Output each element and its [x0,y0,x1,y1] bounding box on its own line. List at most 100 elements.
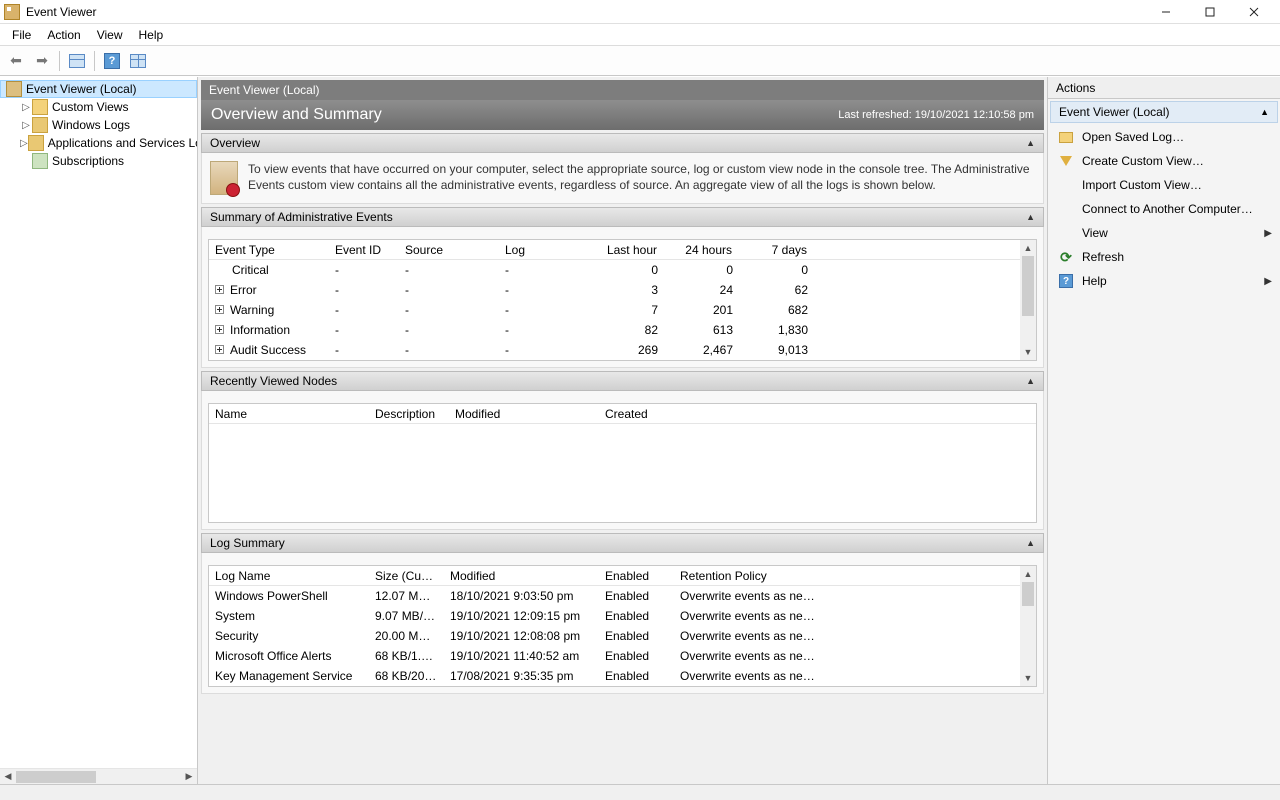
cell: 0 [664,263,739,277]
col-name[interactable]: Name [209,407,369,421]
scroll-thumb[interactable] [16,771,96,783]
logsum-section-header[interactable]: Log Summary ▲ [201,533,1044,553]
col-7-days[interactable]: 7 days [739,243,814,257]
cell: 201 [664,303,739,317]
col-created[interactable]: Created [599,407,749,421]
expand-icon[interactable] [215,325,224,334]
vertical-scrollbar[interactable]: ▲ ▼ [1020,240,1036,360]
recent-section-header[interactable]: Recently Viewed Nodes ▲ [201,371,1044,391]
menu-view[interactable]: View [89,26,131,44]
table-row[interactable]: Warning---7201682 [209,300,1036,320]
col-24-hours[interactable]: 24 hours [664,243,739,257]
toolbar-separator [94,51,95,71]
scroll-left-button[interactable]: ◀ [0,770,16,784]
cell: - [399,323,499,337]
cell: - [499,303,594,317]
col-modified[interactable]: Modified [449,407,599,421]
table-row[interactable]: Key Management Service68 KB/20 …17/08/20… [209,666,1036,686]
col-size[interactable]: Size (Curr… [369,569,444,583]
horizontal-scrollbar[interactable]: ◀ ▶ [0,768,197,784]
action-import-custom-view[interactable]: Import Custom View… [1048,173,1280,197]
cell: 24 [664,283,739,297]
cell: - [329,263,399,277]
action-label: Connect to Another Computer… [1082,202,1253,216]
col-event-type[interactable]: Event Type [209,243,329,257]
action-create-custom-view[interactable]: Create Custom View… [1048,149,1280,173]
col-modified[interactable]: Modified [444,569,599,583]
scroll-up-button[interactable]: ▲ [1020,566,1036,582]
cell: 7 [594,303,664,317]
table-row[interactable]: Microsoft Office Alerts68 KB/1.0…19/10/2… [209,646,1036,666]
cell: 18/10/2021 9:03:50 pm [444,589,599,603]
overview-section-header[interactable]: Overview ▲ [201,133,1044,153]
scroll-down-button[interactable]: ▼ [1020,670,1036,686]
vertical-scrollbar[interactable]: ▲ ▼ [1020,566,1036,686]
expand-icon[interactable]: ▷ [20,138,28,149]
collapse-icon: ▲ [1026,538,1035,548]
minimize-button[interactable] [1144,1,1188,23]
cell-event-type: Audit Success [230,343,306,357]
table-row[interactable]: Critical---000 [209,260,1036,280]
col-last-hour[interactable]: Last hour [594,243,664,257]
col-event-id[interactable]: Event ID [329,243,399,257]
actions-context[interactable]: Event Viewer (Local) ▲ [1050,101,1278,123]
menu-help[interactable]: Help [131,26,172,44]
logsum-section-title: Log Summary [210,536,285,550]
action-help[interactable]: ? Help ▶ [1048,269,1280,293]
tree-item-subscriptions[interactable]: Subscriptions [0,152,197,170]
cell: Windows PowerShell [209,589,369,603]
content-subheading-label: Overview and Summary [211,106,382,124]
maximize-button[interactable] [1188,1,1232,23]
help-button[interactable]: ? [100,49,124,73]
table-row[interactable]: Information---826131,830 [209,320,1036,340]
scroll-up-button[interactable]: ▲ [1020,240,1036,256]
cell: 20.00 MB/… [369,629,444,643]
table-row[interactable]: Security20.00 MB/…19/10/2021 12:08:08 pm… [209,626,1036,646]
menu-file[interactable]: File [4,26,39,44]
collapse-icon: ▲ [1260,107,1269,117]
tree-item-app-services-logs[interactable]: ▷ Applications and Services Lo [0,134,197,152]
action-open-saved-log[interactable]: Open Saved Log… [1048,125,1280,149]
recent-section-title: Recently Viewed Nodes [210,374,337,388]
action-label: Create Custom View… [1082,154,1204,168]
show-hide-action-button[interactable] [126,49,150,73]
col-source[interactable]: Source [399,243,499,257]
col-log-name[interactable]: Log Name [209,569,369,583]
table-row[interactable]: Audit Success---2692,4679,013 [209,340,1036,360]
table-row[interactable]: Windows PowerShell12.07 MB/…18/10/2021 9… [209,586,1036,606]
back-button[interactable]: ⬅ [4,49,28,73]
window-title: Event Viewer [26,5,96,19]
col-description[interactable]: Description [369,407,449,421]
tree-item-custom-views[interactable]: ▷ Custom Views [0,98,197,116]
scroll-track[interactable] [1020,256,1036,344]
scroll-down-button[interactable]: ▼ [1020,344,1036,360]
content-heading: Event Viewer (Local) [201,80,1044,100]
action-view[interactable]: View ▶ [1048,221,1280,245]
forward-button[interactable]: ➡ [30,49,54,73]
menu-action[interactable]: Action [39,26,88,44]
scroll-track[interactable] [1020,582,1036,670]
close-button[interactable] [1232,1,1276,23]
col-enabled[interactable]: Enabled [599,569,674,583]
col-log[interactable]: Log [499,243,594,257]
action-connect-computer[interactable]: Connect to Another Computer… [1048,197,1280,221]
scroll-thumb[interactable] [1022,582,1034,606]
actions-heading-label: Actions [1056,81,1095,95]
action-refresh[interactable]: ⟳ Refresh [1048,245,1280,269]
scroll-thumb[interactable] [1022,256,1034,316]
expand-icon[interactable] [215,285,224,294]
scroll-track[interactable] [16,770,181,784]
expand-icon[interactable] [215,305,224,314]
console-tree[interactable]: Event Viewer (Local) ▷ Custom Views ▷ Wi… [0,77,197,768]
tree-item-windows-logs[interactable]: ▷ Windows Logs [0,116,197,134]
expand-icon[interactable]: ▷ [20,102,32,113]
tree-root[interactable]: Event Viewer (Local) [0,80,197,98]
scroll-right-button[interactable]: ▶ [181,770,197,784]
show-hide-tree-button[interactable] [65,49,89,73]
summary-section-header[interactable]: Summary of Administrative Events ▲ [201,207,1044,227]
table-row[interactable]: System9.07 MB/2…19/10/2021 12:09:15 pmEn… [209,606,1036,626]
expand-icon[interactable] [215,345,224,354]
table-row[interactable]: Error---32462 [209,280,1036,300]
expand-icon[interactable]: ▷ [20,120,32,131]
col-retention[interactable]: Retention Policy [674,569,824,583]
